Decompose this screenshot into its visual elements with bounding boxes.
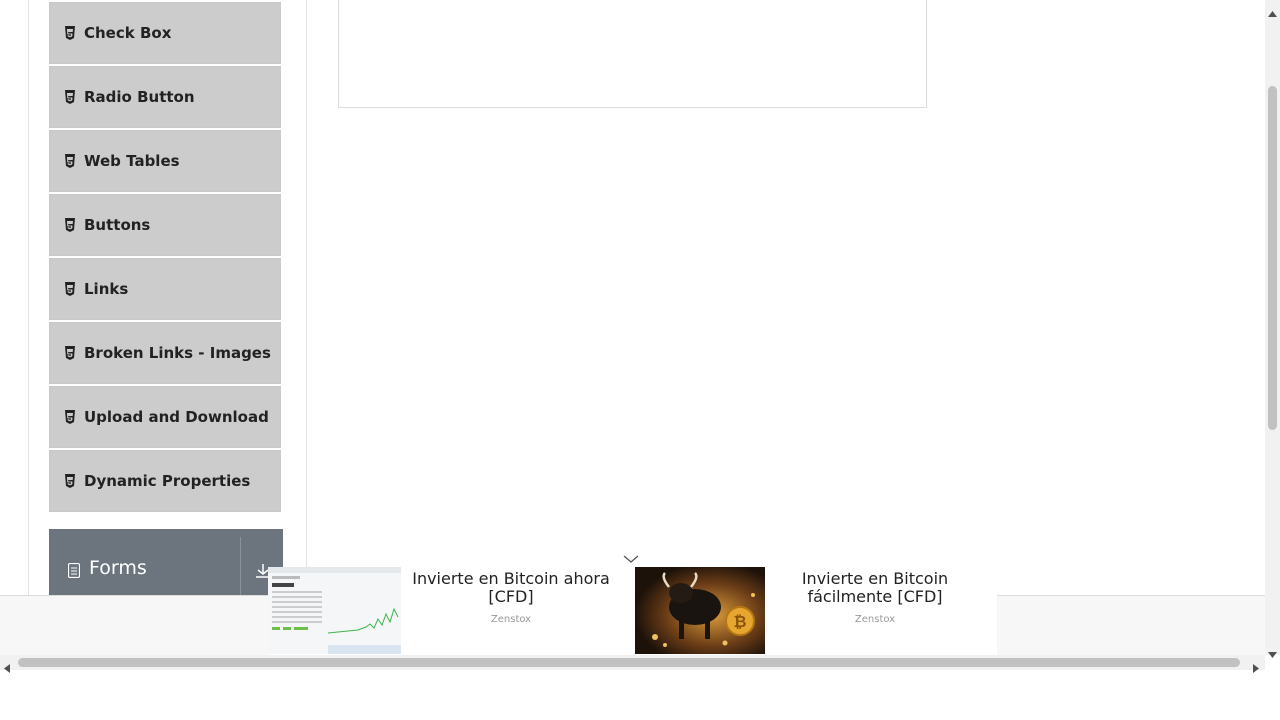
forms-group-label: Forms <box>89 557 147 579</box>
sidebar-item-label: Broken Links - Images <box>84 344 271 362</box>
ad-source-1: Zenstox <box>490 614 532 625</box>
page: Check Box Radio Button Web Tables Button… <box>0 0 1265 655</box>
html5-icon <box>64 26 76 40</box>
sidebar-item-label: Upload and Download <box>84 408 269 426</box>
html5-icon <box>64 282 76 296</box>
vertical-scrollbar[interactable] <box>1265 0 1280 658</box>
sidebar-item-upload-download[interactable]: Upload and Download <box>49 386 281 448</box>
document-icon <box>67 562 81 582</box>
html5-icon <box>64 346 76 360</box>
chevron-down-icon[interactable] <box>622 549 640 568</box>
sidebar-item-dynamic-properties[interactable]: Dynamic Properties <box>49 450 281 512</box>
trading-chart-image[interactable] <box>268 567 401 654</box>
scroll-up-arrow-icon[interactable] <box>1268 2 1277 21</box>
sidebar-item-label: Web Tables <box>84 152 180 170</box>
horizontal-scrollbar[interactable] <box>0 655 1265 673</box>
sidebar-border <box>306 0 307 595</box>
forms-header-divider <box>240 537 241 599</box>
sidebar-item-radio-button[interactable]: Radio Button <box>49 66 281 128</box>
vertical-scroll-thumb[interactable] <box>1268 86 1277 430</box>
html5-icon <box>64 154 76 168</box>
sidebar-item-label: Check Box <box>84 24 172 42</box>
bull-bitcoin-image[interactable]: ₿ <box>635 567 765 654</box>
sidebar-item-label: Radio Button <box>84 88 195 106</box>
ad-title-2[interactable]: Invierte en Bitcoin fácilmente [CFD] <box>770 570 980 606</box>
sidebar-item-links[interactable]: Links <box>49 258 281 320</box>
html5-icon <box>64 90 76 104</box>
html5-icon <box>64 410 76 424</box>
sidebar-item-web-tables[interactable]: Web Tables <box>49 130 281 192</box>
sidebar-item-check-box[interactable]: Check Box <box>49 2 281 64</box>
sidebar-item-label: Buttons <box>84 216 151 234</box>
svg-text:₿: ₿ <box>733 612 746 631</box>
html5-icon <box>64 474 76 488</box>
sidebar-item-label: Links <box>84 280 129 298</box>
html5-icon <box>64 218 76 232</box>
forms-group-header[interactable]: Forms <box>49 529 283 599</box>
content-panel <box>338 0 927 108</box>
scroll-right-arrow-icon[interactable] <box>1253 658 1259 677</box>
sidebar-item-broken-links[interactable]: Broken Links - Images <box>49 322 281 384</box>
scroll-left-arrow-icon[interactable] <box>4 658 10 677</box>
sidebar-item-buttons[interactable]: Buttons <box>49 194 281 256</box>
ad-banner[interactable]: Invierte en Bitcoin ahora [CFD] Zenstox <box>268 567 997 655</box>
sidebar-item-label: Dynamic Properties <box>84 472 251 490</box>
left-border <box>28 0 29 595</box>
ad-title-1[interactable]: Invierte en Bitcoin ahora [CFD] <box>406 570 616 606</box>
scroll-down-arrow-icon[interactable] <box>1268 643 1277 662</box>
horizontal-scroll-thumb[interactable] <box>18 658 1240 667</box>
ad-source-2: Zenstox <box>854 614 896 625</box>
